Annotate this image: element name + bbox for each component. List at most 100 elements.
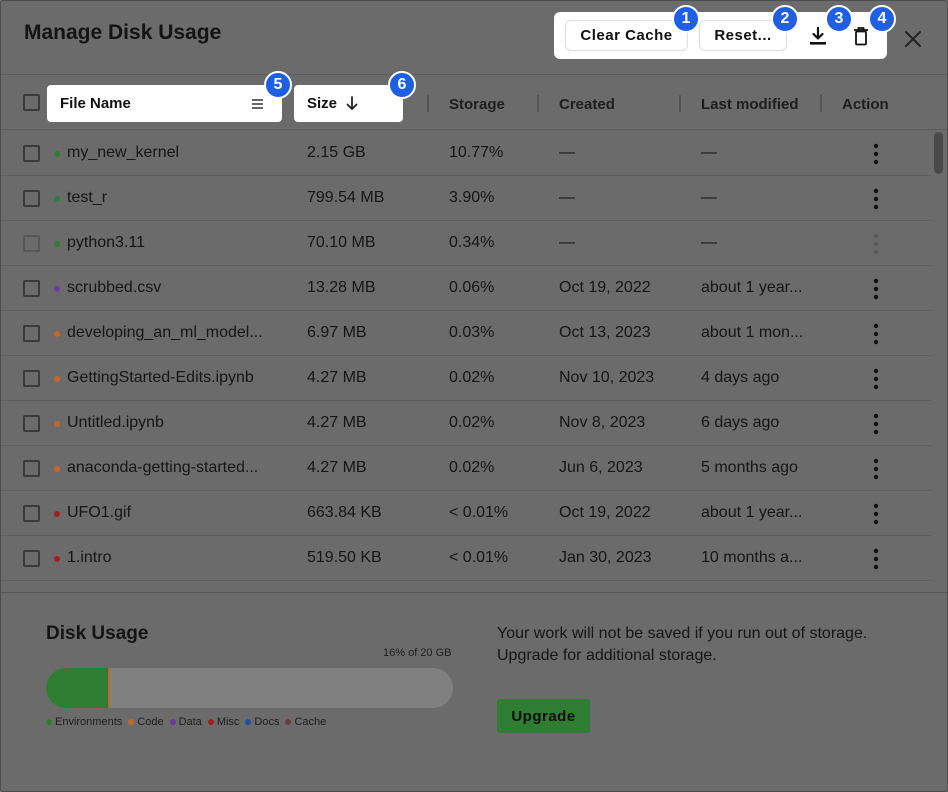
cell-storage: 3.90% — [449, 189, 495, 206]
file-type-dot — [54, 286, 60, 292]
column-header-action: Action — [842, 96, 889, 113]
row-checkbox[interactable] — [23, 370, 40, 387]
kebab-menu-icon[interactable] — [867, 322, 885, 346]
kebab-menu-icon[interactable] — [867, 412, 885, 436]
legend-dot — [285, 719, 292, 725]
row-checkbox[interactable] — [23, 460, 40, 477]
row-checkbox[interactable] — [23, 280, 40, 297]
cell-created: Jan 30, 2023 — [559, 549, 652, 566]
cell-size: 6.97 MB — [307, 324, 367, 341]
column-header-last-modified[interactable]: Last modified — [701, 96, 799, 113]
cell-storage: < 0.01% — [449, 549, 509, 566]
table-row[interactable]: python3.11 70.10 MB 0.34% — — — [1, 221, 931, 266]
table-header: File Name Size 5 6 Storage Created Last … — [1, 71, 947, 130]
callout-badge-1: 1 — [672, 5, 700, 33]
table-row[interactable]: GettingStarted-Edits.ipynb 4.27 MB 0.02% No… — [1, 356, 931, 401]
column-header-file-name[interactable]: File Name — [47, 85, 282, 122]
disk-usage-percent: 16% of 20 GB — [383, 647, 452, 659]
row-checkbox[interactable] — [23, 505, 40, 522]
cell-name: 1.intro — [67, 549, 112, 566]
table-row[interactable]: my_new_kernel 2.15 GB 10.77% — — — [1, 131, 931, 176]
legend-item: Code — [128, 716, 164, 728]
cell-name: UFO1.gif — [67, 504, 132, 521]
row-checkbox[interactable] — [23, 415, 40, 432]
cell-created: Oct 19, 2022 — [559, 504, 651, 521]
cell-storage: 0.02% — [449, 369, 495, 386]
file-type-dot — [54, 511, 60, 517]
kebab-menu-icon[interactable] — [867, 502, 885, 526]
row-checkbox[interactable] — [23, 550, 40, 567]
table-row[interactable]: developing_an_ml_model... 6.97 MB 0.03% Oct… — [1, 311, 931, 356]
cell-modified: 10 months a... — [701, 549, 803, 566]
table-row[interactable]: test_r 799.54 MB 3.90% — — — [1, 176, 931, 221]
kebab-menu-icon[interactable] — [867, 277, 885, 301]
cell-name: scrubbed.csv — [67, 279, 162, 296]
column-divider — [537, 95, 539, 112]
legend-item: Data — [169, 716, 202, 728]
hamburger-icon[interactable] — [251, 97, 264, 114]
callout-badge-4: 4 — [868, 5, 896, 33]
cell-size: 799.54 MB — [307, 189, 385, 206]
cell-size: 519.50 KB — [307, 549, 382, 566]
cell-name: test_r — [67, 189, 108, 206]
row-checkbox[interactable] — [23, 145, 40, 162]
cell-created: Nov 8, 2023 — [559, 414, 646, 431]
row-checkbox[interactable] — [23, 190, 40, 207]
file-type-dot — [54, 421, 60, 427]
legend-label: Docs — [254, 716, 280, 728]
cell-modified: about 1 mon... — [701, 324, 804, 341]
select-all-checkbox[interactable] — [23, 94, 40, 111]
row-checkbox[interactable] — [23, 235, 40, 252]
kebab-menu-icon[interactable] — [867, 457, 885, 481]
cell-storage: 0.34% — [449, 234, 495, 251]
legend-item: Docs — [245, 716, 279, 728]
table-body: my_new_kernel 2.15 GB 10.77% — — test_r 799.54… — [1, 131, 947, 592]
legend-label: Code — [137, 716, 164, 728]
column-divider — [679, 95, 681, 112]
cell-storage: 0.03% — [449, 324, 495, 341]
table-row[interactable]: scrubbed.csv 13.28 MB 0.06% Oct 19, 2022 abo… — [1, 266, 931, 311]
cell-name: my_new_kernel — [67, 144, 180, 161]
cell-storage: 0.02% — [449, 459, 495, 476]
kebab-menu-icon[interactable] — [867, 187, 885, 211]
close-icon[interactable] — [899, 25, 927, 53]
file-type-dot — [54, 556, 60, 562]
kebab-menu-icon[interactable] — [867, 367, 885, 391]
usage-segment-environments — [46, 668, 108, 708]
file-type-dot — [54, 241, 60, 247]
callout-badge-2: 2 — [771, 5, 799, 33]
cell-name: python3.11 — [67, 234, 145, 251]
column-header-storage[interactable]: Storage — [449, 96, 505, 113]
table-row[interactable]: 1.intro 519.50 KB < 0.01% Jan 30, 2023 10 mo… — [1, 536, 931, 581]
cell-modified: — — [701, 144, 717, 161]
cell-name: GettingStarted-Edits.ipynb — [67, 369, 254, 386]
disk-usage-title: Disk Usage — [46, 623, 149, 644]
cell-created: — — [559, 189, 575, 206]
cell-size: 13.28 MB — [307, 279, 376, 296]
cell-modified: 5 months ago — [701, 459, 798, 476]
table-row[interactable]: Untitled.ipynb 4.27 MB 0.02% Nov 8, 2023 6 d… — [1, 401, 931, 446]
kebab-menu-icon[interactable] — [867, 142, 885, 166]
scrollbar-thumb[interactable] — [934, 132, 943, 174]
column-header-size[interactable]: Size — [294, 85, 403, 122]
legend-label: Data — [178, 716, 202, 728]
row-checkbox[interactable] — [23, 325, 40, 342]
file-type-dot — [54, 331, 60, 337]
column-header-created[interactable]: Created — [559, 96, 615, 113]
kebab-menu-icon[interactable] — [867, 232, 885, 256]
cell-name: Untitled.ipynb — [67, 414, 164, 431]
file-type-dot — [54, 151, 60, 157]
upgrade-button[interactable]: Upgrade — [497, 699, 590, 733]
cell-created: — — [559, 144, 575, 161]
clear-cache-button[interactable]: Clear Cache — [565, 20, 688, 51]
cell-storage: 0.06% — [449, 279, 495, 296]
table-row[interactable]: UFO1.gif 663.84 KB < 0.01% Oct 19, 2022 abou… — [1, 491, 931, 536]
file-type-dot — [54, 466, 60, 472]
dialog-title: Manage Disk Usage — [24, 21, 222, 44]
callout-badge-6: 6 — [388, 71, 416, 99]
table-row[interactable]: anaconda-getting-started... 4.27 MB 0.02% J… — [1, 446, 931, 491]
kebab-menu-icon[interactable] — [867, 547, 885, 571]
cell-name: anaconda-getting-started... — [67, 459, 259, 476]
cell-created: Oct 19, 2022 — [559, 279, 651, 296]
legend-label: Misc — [216, 716, 240, 728]
